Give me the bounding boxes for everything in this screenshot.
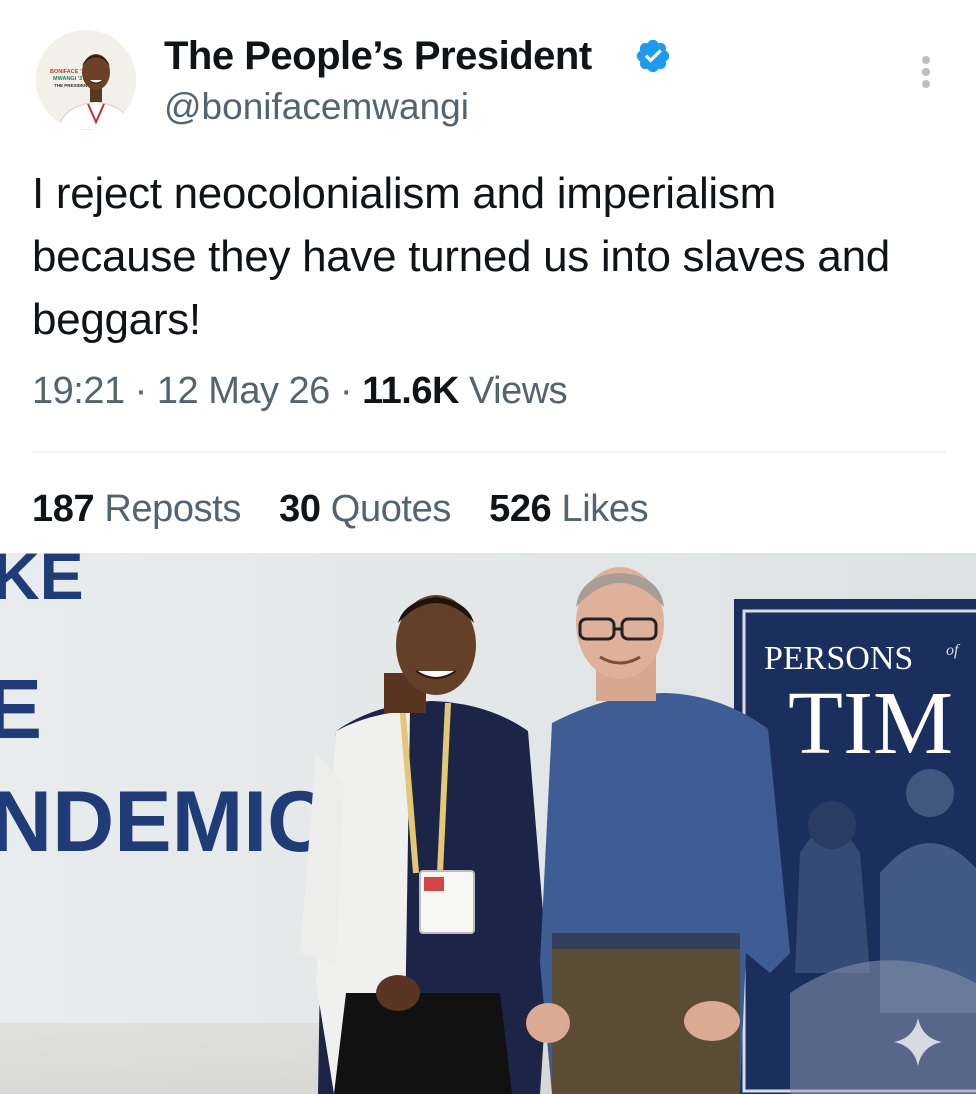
tweet-text: I reject neocolonialism and imperialism … (32, 169, 890, 344)
tweet-metadata: 19:21 · 12 May 26 · 11.6K Views (32, 370, 568, 413)
svg-text:TIM: TIM (788, 674, 953, 773)
meta-separator: · (134, 370, 148, 412)
divider (32, 451, 946, 453)
likes-stat[interactable]: 526 Likes (489, 488, 648, 530)
reposts-label: Reposts (104, 488, 241, 530)
more-options-icon[interactable] (908, 48, 944, 96)
verified-badge-icon (636, 39, 670, 73)
meta-separator: · (339, 370, 353, 412)
avatar[interactable]: BONIFACE ’27 MWANGI ’27 THE PRESIDENT (36, 30, 136, 130)
tweet-header: BONIFACE ’27 MWANGI ’27 THE PRESIDENT Th… (0, 0, 976, 160)
author-handle[interactable]: @bonifacemwangi (164, 86, 469, 128)
svg-text:E: E (0, 662, 42, 756)
tweet-time[interactable]: 19:21 (32, 370, 125, 412)
quotes-stat[interactable]: 30 Quotes (279, 488, 451, 530)
svg-text:PERSONS: PERSONS (764, 640, 913, 677)
reposts-stat[interactable]: 187 Reposts (32, 488, 241, 530)
likes-count: 526 (489, 488, 552, 530)
views-label: Views (468, 370, 568, 412)
tweet-photo[interactable]: KE E NDEMIC PERSONS of TIM (0, 553, 976, 1094)
quotes-count: 30 (279, 488, 321, 530)
quotes-label: Quotes (330, 488, 452, 530)
svg-text:THE PRESIDENT: THE PRESIDENT (54, 83, 90, 88)
svg-text:MWANGI ’27: MWANGI ’27 (53, 76, 85, 82)
engagement-stats: 187 Reposts 30 Quotes 526 Likes (32, 488, 676, 531)
svg-text:BONIFACE ’27: BONIFACE ’27 (50, 69, 88, 75)
tweet-date[interactable]: 12 May 26 (157, 370, 330, 412)
author-display-name[interactable]: The People’s President (164, 34, 592, 79)
likes-label: Likes (561, 488, 649, 530)
views-count: 11.6K (362, 370, 459, 412)
reposts-count: 187 (32, 488, 95, 530)
svg-text:NDEMIC: NDEMIC (0, 774, 329, 870)
svg-text:KE: KE (0, 553, 84, 613)
